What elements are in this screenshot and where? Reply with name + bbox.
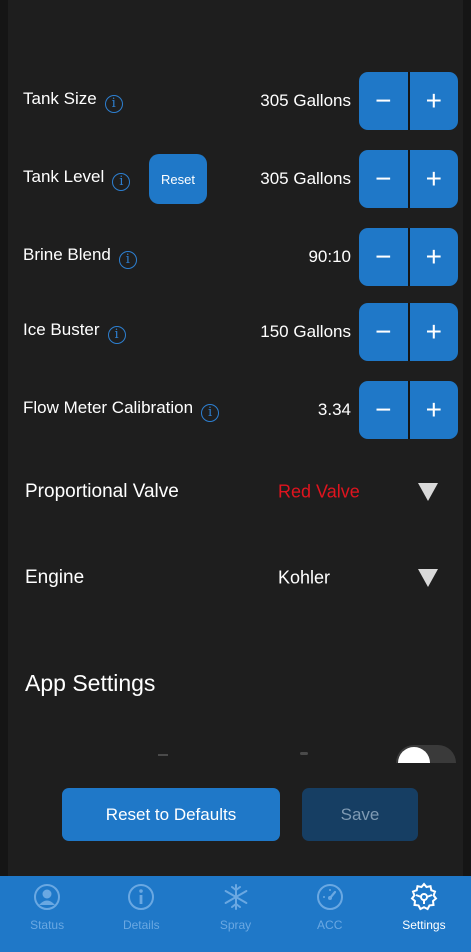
info-icon[interactable]: i — [112, 173, 131, 191]
app-setting-toggle[interactable] — [396, 745, 456, 763]
dropdown-arrow-icon[interactable] — [418, 569, 438, 587]
brine-blend-label-text: Brine Blend — [23, 245, 111, 264]
increment-button[interactable]: + — [410, 150, 459, 208]
brine-blend-row: Brine Blend i 90:10 − + — [8, 228, 463, 286]
flow-meter-stepper: − + — [359, 381, 458, 439]
decrement-button[interactable]: − — [359, 72, 408, 130]
tab-details[interactable]: Details — [94, 876, 188, 952]
tank-level-label: Tank Level i — [23, 167, 131, 191]
proportional-valve-dropdown[interactable]: Proportional Valve Red Valve — [8, 467, 463, 517]
brine-blend-label: Brine Blend i — [23, 245, 137, 269]
decrement-button[interactable]: − — [359, 228, 408, 286]
engine-label: Engine — [25, 567, 85, 588]
tank-level-stepper: − + — [359, 150, 458, 208]
tank-size-label-text: Tank Size — [23, 89, 97, 108]
brine-blend-stepper: − + — [359, 228, 458, 286]
ice-buster-value: 150 Gallons — [260, 322, 351, 341]
tank-level-label-text: Tank Level — [23, 167, 105, 186]
flow-meter-row: Flow Meter Calibration i 3.34 − + — [8, 381, 463, 439]
tank-size-value: 305 Gallons — [260, 91, 351, 110]
flow-meter-label-text: Flow Meter Calibration — [23, 398, 194, 417]
proportional-valve-label: Proportional Valve — [25, 481, 179, 502]
ice-buster-label: Ice Buster i — [23, 320, 126, 344]
brine-blend-value: 90:10 — [308, 247, 351, 266]
tank-size-stepper: − + — [359, 72, 458, 130]
tank-size-label: Tank Size i — [23, 89, 123, 113]
info-icon[interactable]: i — [104, 95, 123, 113]
decrement-button[interactable]: − — [359, 150, 408, 208]
info-icon[interactable]: i — [201, 404, 220, 422]
reset-to-defaults-button[interactable]: Reset to Defaults — [62, 788, 280, 841]
decrement-button[interactable]: − — [359, 303, 408, 361]
snowflake-icon — [221, 882, 251, 912]
engine-value: Kohler — [278, 567, 331, 588]
ice-buster-row: Ice Buster i 150 Gallons − + — [8, 303, 463, 361]
decrement-button[interactable]: − — [359, 381, 408, 439]
save-button[interactable]: Save — [302, 788, 418, 841]
proportional-valve-value: Red Valve — [278, 481, 360, 502]
increment-button[interactable]: + — [410, 228, 459, 286]
tab-label: Details — [122, 918, 160, 932]
tank-level-row: Tank Level i Reset 305 Gallons − + — [8, 150, 463, 208]
tab-acc[interactable]: ACC — [283, 876, 377, 952]
speedometer-icon — [315, 882, 345, 912]
tab-settings[interactable]: Settings — [377, 876, 471, 952]
tank-level-reset-button[interactable]: Reset — [149, 154, 207, 204]
flow-meter-label: Flow Meter Calibration i — [23, 398, 220, 422]
clipped-text-fragment — [158, 754, 168, 756]
person-circle-icon — [32, 882, 62, 912]
tab-spray[interactable]: Spray — [188, 876, 282, 952]
increment-button[interactable]: + — [410, 381, 459, 439]
tank-level-value: 305 Gallons — [260, 169, 351, 188]
tank-size-row: Tank Size i 305 Gallons − + — [8, 72, 463, 130]
steering-wheel-icon — [409, 882, 439, 912]
tab-bar: Status Details Spray ACC Settings — [0, 876, 471, 952]
tab-label: Settings — [402, 918, 446, 932]
app-settings-title: App Settings — [25, 670, 156, 696]
tab-label: ACC — [317, 918, 343, 932]
app-screen: Tank Size i 305 Gallons − + Tank Level i R… — [0, 0, 471, 952]
flow-meter-value: 3.34 — [317, 400, 351, 419]
tab-label: Spray — [219, 918, 252, 932]
ice-buster-stepper: − + — [359, 303, 458, 361]
tab-label: Status — [30, 918, 65, 932]
info-icon[interactable]: i — [118, 251, 137, 269]
info-circle-icon — [126, 882, 156, 912]
increment-button[interactable]: + — [410, 303, 459, 361]
clipped-text-fragment — [300, 752, 308, 755]
tab-status[interactable]: Status — [0, 876, 94, 952]
info-icon[interactable]: i — [107, 326, 126, 344]
engine-dropdown[interactable]: Engine Kohler — [8, 553, 463, 603]
dropdown-arrow-icon[interactable] — [418, 483, 438, 501]
ice-buster-label-text: Ice Buster — [23, 320, 100, 339]
increment-button[interactable]: + — [410, 72, 459, 130]
